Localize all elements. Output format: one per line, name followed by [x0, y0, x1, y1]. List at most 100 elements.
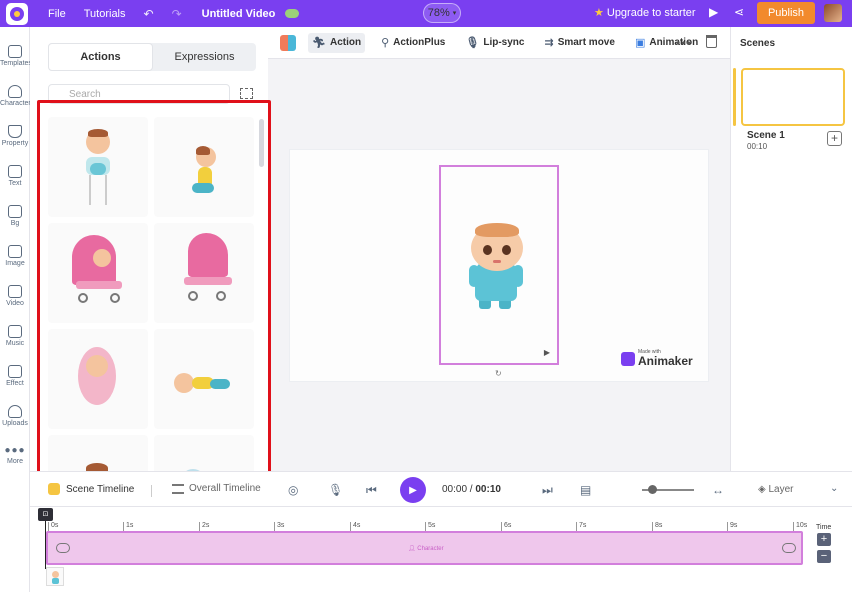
ruler-tick: 0s: [48, 522, 58, 531]
undo-icon[interactable]: ↶: [144, 7, 154, 21]
tab-scene-timeline[interactable]: Scene Timeline: [48, 483, 134, 495]
character-track[interactable]: 👤︎ Character: [46, 531, 803, 565]
chevron-down-icon: ▾: [452, 10, 457, 17]
total-time: 00:10: [475, 484, 501, 495]
scene-timeline-icon: [48, 483, 60, 495]
rail-character[interactable]: Character: [0, 85, 31, 107]
baby-head: [52, 571, 59, 578]
lipsync-button[interactable]: 🎙︎ Lip-sync: [461, 33, 528, 53]
zoom-in-button[interactable]: +: [817, 533, 831, 546]
rail-uploads[interactable]: Uploads: [0, 405, 30, 427]
baby-body: [52, 578, 59, 584]
layer-button[interactable]: ◈ Layer: [758, 484, 793, 495]
rail-video[interactable]: Video: [0, 285, 30, 307]
star-icon: ★: [594, 7, 604, 19]
rail-bg[interactable]: Bg: [0, 205, 30, 227]
baby-mouth: [493, 260, 501, 263]
effect-icon: [8, 365, 22, 378]
property-cup-icon: [8, 125, 22, 138]
layers-icon: ◈: [758, 484, 769, 495]
time-display: 00:00 / 00:10: [442, 484, 501, 495]
action-button[interactable]: 🏃︎ Action: [308, 32, 366, 53]
upgrade-link[interactable]: ★ Upgrade to starter: [594, 6, 696, 19]
overall-timeline-icon: [172, 483, 184, 494]
rail-music[interactable]: Music: [0, 325, 30, 347]
scene-thumbnail[interactable]: [741, 68, 845, 126]
trash-icon[interactable]: [706, 35, 717, 48]
track-character-thumbnail[interactable]: [46, 567, 64, 586]
play-button[interactable]: ▶: [400, 477, 426, 503]
zoom-out-button[interactable]: −: [817, 550, 831, 563]
rail-image[interactable]: Image: [0, 245, 30, 267]
microphone-icon[interactable]: 🎙︎: [328, 483, 343, 497]
scene-name[interactable]: Scene 1: [747, 130, 785, 141]
rail-label: More: [7, 458, 23, 465]
music-icon: [8, 325, 22, 338]
preview-play-icon[interactable]: ▶: [709, 5, 718, 19]
rail-property[interactable]: Property: [0, 125, 30, 147]
scenes-panel: Scenes Scene 1 00:10 +: [730, 27, 852, 471]
exit-animation-icon[interactable]: [782, 543, 796, 553]
color-picker-button[interactable]: [280, 34, 296, 51]
character-selection-box[interactable]: [439, 165, 559, 365]
add-scene-button[interactable]: +: [827, 131, 842, 146]
playhead-handle[interactable]: ⊡: [38, 508, 53, 521]
ruler-tick: 4s: [350, 522, 360, 531]
rail-effect[interactable]: Effect: [0, 365, 30, 387]
zoom-dropdown[interactable]: 78% ▾: [423, 3, 461, 23]
tutorials-menu[interactable]: Tutorials: [84, 8, 126, 20]
scene-active-indicator: [733, 68, 736, 126]
animaker-logo-icon[interactable]: [6, 2, 28, 25]
rail-more[interactable]: ●●● More: [0, 445, 30, 465]
enter-animation-icon[interactable]: [56, 543, 70, 553]
file-menu[interactable]: File: [48, 8, 66, 20]
play-character-icon[interactable]: ▶: [540, 348, 554, 360]
ruler-tick: 6s: [501, 522, 511, 531]
smartmove-label: Smart move: [557, 37, 615, 48]
smartmove-button[interactable]: ⇉ Smart move: [540, 33, 618, 53]
panel-tabs: Actions Expressions: [48, 43, 256, 71]
baby-eye-right: [502, 245, 511, 255]
camera-focus-icon[interactable]: ◎: [288, 483, 298, 497]
rail-label: Uploads: [2, 420, 28, 427]
fit-width-icon[interactable]: ↔: [712, 483, 724, 497]
zoom-slider-knob[interactable]: [648, 485, 657, 494]
track-label: 👤︎ Character: [408, 545, 444, 552]
ruler-tick: 7s: [576, 522, 586, 531]
tab-actions[interactable]: Actions: [48, 43, 153, 71]
expand-icon[interactable]: [240, 88, 253, 99]
action-label: Action: [329, 37, 362, 48]
publish-button[interactable]: Publish: [757, 2, 815, 24]
ruler-tick: 2s: [199, 522, 209, 531]
share-icon[interactable]: ⋖: [734, 5, 744, 19]
animaker-watermark: Made with Animaker: [621, 350, 693, 367]
scene-timeline-label: Scene Timeline: [66, 483, 135, 495]
skip-forward-icon[interactable]: ⏭︎: [542, 483, 553, 498]
rail-label: Effect: [6, 380, 24, 387]
rail-text[interactable]: Text: [0, 165, 30, 187]
character-icon: [8, 85, 22, 98]
zoom-value: 78%: [427, 7, 450, 19]
timeline-bar: Scene Timeline Overall Timeline ◎ 🎙︎ ⏮︎ …: [30, 471, 852, 507]
project-title[interactable]: Untitled Video: [202, 8, 276, 20]
divider: [151, 485, 152, 497]
tab-overall-timeline[interactable]: Overall Timeline: [172, 483, 261, 494]
time-zoom-label: Time: [816, 524, 832, 531]
ruler-tick: 10s: [793, 522, 807, 531]
skip-back-icon[interactable]: ⏮︎: [366, 483, 377, 498]
upload-cloud-icon: [8, 405, 22, 418]
person-icon: 👤︎: [408, 546, 418, 552]
actionplus-button[interactable]: ⚲ ActionPlus: [377, 33, 449, 53]
rotate-handle-icon[interactable]: ↻: [495, 369, 502, 378]
subtitles-icon[interactable]: ▤: [580, 483, 591, 497]
ruler-tick: 3s: [274, 522, 284, 531]
scenes-title: Scenes: [740, 38, 776, 49]
avatar[interactable]: [824, 4, 842, 22]
left-rail: Templates Character Property Text Bg Ima…: [0, 27, 32, 592]
rail-templates[interactable]: Templates: [0, 45, 32, 67]
tab-expressions[interactable]: Expressions: [153, 43, 256, 71]
chevron-down-icon[interactable]: ⌄: [830, 483, 838, 494]
redo-icon[interactable]: ↷: [172, 7, 182, 21]
more-options-icon[interactable]: •••: [676, 36, 692, 50]
actionplus-label: ActionPlus: [393, 37, 446, 48]
